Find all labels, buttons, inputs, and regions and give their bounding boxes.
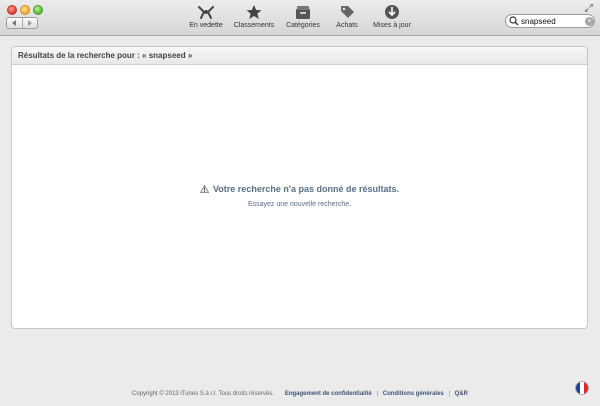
- star-icon: [246, 5, 262, 19]
- toolbar-item-label: Mises à jour: [373, 22, 411, 29]
- search-field[interactable]: ×: [505, 14, 595, 28]
- search-icon: [509, 16, 519, 26]
- purchases-icon: [341, 6, 354, 18]
- no-results-message: Votre recherche n'a pas donné de résulta…: [12, 184, 587, 194]
- categories-icon: [296, 6, 310, 19]
- toolbar-updates[interactable]: Mises à jour: [372, 4, 412, 32]
- toolbar-featured[interactable]: En vedette: [188, 4, 224, 32]
- zoom-window-button[interactable]: [33, 5, 43, 15]
- footer-separator: |: [376, 391, 379, 397]
- forward-arrow-icon: [27, 20, 32, 26]
- toolbar-item-label: Achats: [336, 22, 358, 29]
- minimize-window-button[interactable]: [20, 5, 30, 15]
- back-forward-control: [6, 17, 38, 29]
- no-results-subtitle: Essayez une nouvelle recherche.: [247, 201, 352, 208]
- fullscreen-icon[interactable]: [585, 4, 593, 12]
- faq-link[interactable]: Q&R: [455, 391, 468, 397]
- results-header: Résultats de la recherche pour : « snaps…: [12, 47, 587, 65]
- country-flag-icon[interactable]: [575, 381, 589, 395]
- featured-icon: [198, 6, 214, 19]
- search-results-panel: Résultats de la recherche pour : « snaps…: [11, 46, 588, 329]
- privacy-link[interactable]: Engagement de confidentialité: [285, 391, 372, 397]
- clear-search-icon[interactable]: ×: [585, 16, 594, 26]
- footer: Copyright © 2013 iTunes S.à r.l. Tous dr…: [0, 391, 600, 397]
- copyright-text: Copyright © 2013 iTunes S.à r.l. Tous dr…: [131, 391, 274, 397]
- updates-icon: [385, 5, 399, 19]
- back-button[interactable]: [7, 18, 22, 28]
- toolbar-purchases[interactable]: Achats: [334, 4, 360, 32]
- toolbar-item-label: Catégories: [286, 22, 320, 29]
- toolbar: En vedette Classements Catégories Achats…: [0, 0, 600, 36]
- terms-link[interactable]: Conditions générales: [383, 391, 444, 397]
- toolbar-categories[interactable]: Catégories: [284, 4, 322, 32]
- warning-icon: [199, 185, 209, 193]
- footer-separator: |: [448, 391, 450, 397]
- no-results-title: Votre recherche n'a pas donné de résulta…: [212, 184, 400, 194]
- back-arrow-icon: [12, 20, 17, 26]
- footer-separator: [278, 391, 280, 397]
- app-store-window: En vedette Classements Catégories Achats…: [0, 0, 600, 406]
- toolbar-top-charts[interactable]: Classements: [233, 4, 275, 32]
- close-window-button[interactable]: [7, 5, 17, 15]
- search-input[interactable]: [521, 16, 585, 26]
- forward-button[interactable]: [21, 18, 38, 28]
- toolbar-item-label: En vedette: [189, 22, 223, 29]
- toolbar-item-label: Classements: [233, 22, 275, 29]
